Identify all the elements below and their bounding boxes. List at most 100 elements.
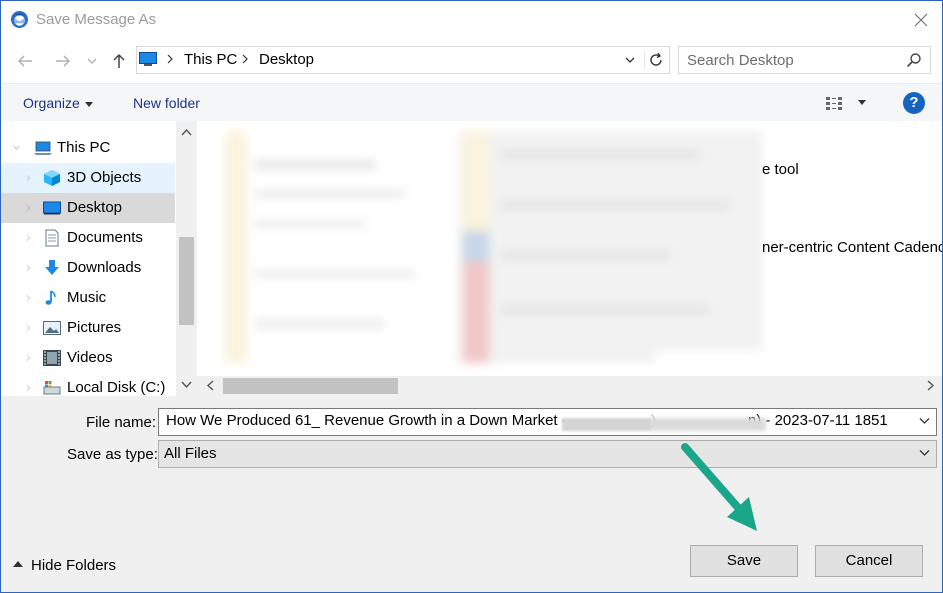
save-button[interactable]: Save bbox=[690, 545, 798, 577]
videos-icon bbox=[43, 350, 61, 366]
address-dropdown-icon[interactable] bbox=[623, 53, 637, 67]
hide-folders-label: Hide Folders bbox=[31, 557, 117, 574]
nav-item-pictures[interactable]: Pictures bbox=[1, 313, 175, 343]
file-name-input[interactable]: How We Produced 61_ Revenue Growth in a … bbox=[166, 412, 906, 432]
scroll-right-icon[interactable] bbox=[924, 379, 937, 392]
collapsed-chevron-icon[interactable] bbox=[25, 174, 32, 182]
search-input[interactable] bbox=[687, 50, 897, 70]
this-pc-icon bbox=[139, 52, 157, 66]
annotation-arrow-icon bbox=[681, 443, 757, 531]
blurred-file-thumbnails bbox=[225, 131, 763, 363]
nav-label-local-disk: Local Disk (C:) bbox=[67, 379, 166, 396]
chevron-down-icon[interactable] bbox=[919, 449, 930, 457]
nav-label-downloads: Downloads bbox=[67, 259, 142, 276]
collapsed-chevron-icon[interactable] bbox=[25, 324, 32, 332]
nav-item-local-disk[interactable]: Local Disk (C:) bbox=[1, 373, 175, 396]
nav-item-videos[interactable]: Videos bbox=[1, 343, 175, 373]
save-as-type-label: Save as type: bbox=[67, 446, 158, 463]
documents-icon bbox=[45, 229, 59, 247]
downloads-icon bbox=[45, 260, 59, 275]
search-box[interactable] bbox=[678, 46, 931, 74]
refresh-icon bbox=[650, 52, 662, 66]
chevron-right-icon bbox=[242, 54, 248, 64]
file-name-combobox[interactable]: How We Produced 61_ Revenue Growth in a … bbox=[158, 408, 937, 436]
organize-menu-button[interactable]: Organize bbox=[23, 95, 93, 111]
nav-label-videos: Videos bbox=[67, 349, 113, 366]
pictures-icon bbox=[43, 321, 61, 335]
chevron-right-icon bbox=[167, 54, 173, 64]
nav-item-desktop[interactable]: Desktop bbox=[1, 193, 175, 223]
file-item-partial-label[interactable]: ner-centric Content Cadence bbox=[762, 239, 942, 256]
desktop-icon bbox=[43, 201, 61, 215]
3d-objects-icon bbox=[44, 170, 60, 186]
refresh-button[interactable] bbox=[644, 50, 667, 70]
save-as-type-select[interactable]: All Files bbox=[158, 440, 937, 468]
scroll-up-icon[interactable] bbox=[180, 126, 193, 139]
back-arrow-icon bbox=[17, 55, 32, 67]
organize-label: Organize bbox=[23, 95, 80, 111]
forward-arrow-icon bbox=[56, 55, 71, 67]
scrollbar-thumb[interactable] bbox=[179, 237, 194, 325]
new-folder-button[interactable]: New folder bbox=[133, 95, 200, 111]
scroll-down-icon[interactable] bbox=[180, 378, 193, 391]
collapsed-chevron-icon[interactable] bbox=[25, 204, 32, 212]
file-name-text-start: How We Produced 61_ Revenue Growth in a … bbox=[166, 412, 571, 429]
redaction-blur bbox=[562, 418, 652, 431]
help-button[interactable]: ? bbox=[903, 92, 925, 114]
up-button[interactable] bbox=[109, 51, 129, 71]
close-button[interactable] bbox=[908, 7, 934, 33]
file-list-area[interactable]: e tool ner-centric Content Cadence bbox=[197, 121, 942, 376]
window-title: Save Message As bbox=[36, 11, 157, 28]
nav-label-documents: Documents bbox=[67, 229, 143, 246]
redaction-blur bbox=[651, 418, 766, 431]
nav-label-pictures: Pictures bbox=[67, 319, 122, 336]
nav-label-desktop: Desktop bbox=[67, 199, 123, 216]
search-icon[interactable] bbox=[906, 52, 922, 68]
chevron-down-icon[interactable] bbox=[919, 417, 930, 425]
file-item-partial-label[interactable]: e tool bbox=[762, 161, 799, 178]
nav-label-this-pc: This PC bbox=[57, 139, 111, 156]
file-area-horizontal-scrollbar[interactable] bbox=[197, 376, 942, 396]
close-icon bbox=[914, 13, 928, 27]
collapsed-chevron-icon[interactable] bbox=[25, 234, 32, 242]
nav-item-documents[interactable]: Documents bbox=[1, 223, 175, 253]
local-disk-icon bbox=[43, 381, 61, 395]
navigation-pane: This PC 3D Objects Desktop Documents Dow… bbox=[1, 121, 197, 396]
nav-label-music: Music bbox=[67, 289, 107, 306]
caret-down-icon bbox=[84, 101, 93, 107]
this-pc-icon bbox=[34, 141, 52, 155]
address-bar[interactable]: This PC Desktop bbox=[136, 46, 670, 74]
scrollbar-thumb[interactable] bbox=[223, 378, 398, 394]
nav-item-music[interactable]: Music bbox=[1, 283, 175, 313]
forward-button[interactable] bbox=[53, 51, 73, 71]
collapsed-chevron-icon[interactable] bbox=[25, 294, 32, 302]
breadcrumb-this-pc[interactable]: This PC bbox=[184, 51, 237, 68]
navigation-pane-scrollbar[interactable] bbox=[176, 121, 197, 396]
recent-locations-button[interactable] bbox=[85, 51, 99, 71]
collapsed-chevron-icon[interactable] bbox=[25, 354, 32, 362]
chevron-down-icon bbox=[87, 58, 97, 64]
file-name-text-end: n) - 2023-07-11 1851 bbox=[747, 412, 888, 429]
nav-label-3d-objects: 3D Objects bbox=[67, 169, 142, 186]
nav-item-3d-objects[interactable]: 3D Objects bbox=[1, 163, 175, 193]
collapsed-chevron-icon[interactable] bbox=[25, 384, 32, 392]
view-options-caret-icon[interactable] bbox=[858, 100, 866, 105]
expanded-chevron-icon[interactable] bbox=[13, 144, 20, 152]
save-message-as-dialog: Save Message As This PC Desktop Search D… bbox=[0, 0, 943, 593]
cancel-button[interactable]: Cancel bbox=[815, 545, 923, 577]
thunderbird-app-icon bbox=[10, 10, 29, 29]
collapsed-chevron-icon[interactable] bbox=[25, 264, 32, 272]
scroll-left-icon[interactable] bbox=[204, 379, 217, 392]
nav-item-this-pc[interactable]: This PC bbox=[1, 133, 175, 163]
nav-item-downloads[interactable]: Downloads bbox=[1, 253, 175, 283]
file-name-label: File name: bbox=[86, 414, 157, 431]
command-toolbar: Organize New folder ? bbox=[1, 83, 942, 123]
title-bar: Save Message As bbox=[1, 1, 942, 39]
hide-folders-button[interactable]: Hide Folders bbox=[13, 557, 116, 574]
music-icon bbox=[45, 290, 56, 305]
breadcrumb-desktop[interactable]: Desktop bbox=[259, 51, 314, 68]
navigation-bar: This PC Desktop bbox=[1, 39, 942, 83]
save-as-type-value: All Files bbox=[164, 445, 217, 462]
change-view-icon[interactable] bbox=[825, 96, 845, 111]
back-button[interactable] bbox=[15, 51, 35, 71]
